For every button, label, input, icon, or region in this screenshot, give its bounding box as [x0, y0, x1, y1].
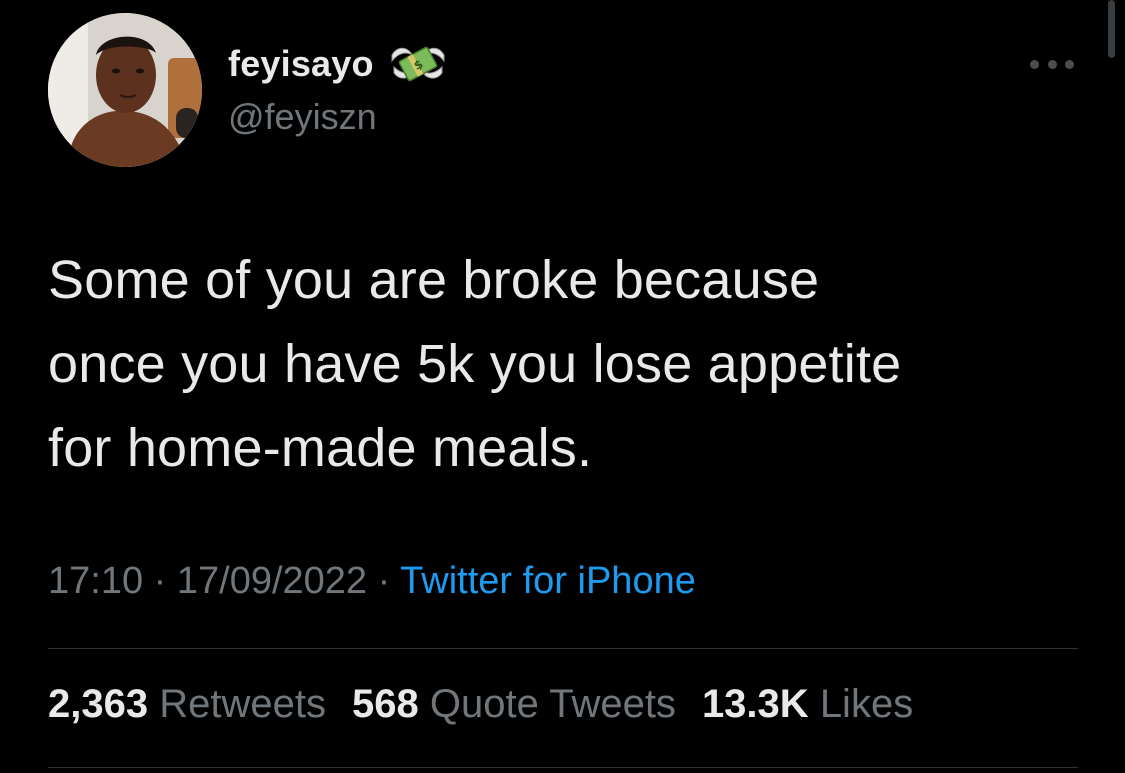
more-options-icon[interactable] — [1030, 56, 1074, 72]
tweet-text: Some of you are broke because once you h… — [48, 250, 902, 478]
tweet-detail: feyisayo $ @feyiszn Some of you are brok… — [0, 0, 1125, 773]
tweet-date[interactable]: 17/09/2022 — [177, 560, 367, 602]
retweets-stat[interactable]: 2,363 Retweets — [48, 682, 326, 727]
more-dot — [1065, 59, 1074, 69]
likes-stat[interactable]: 13.3K Likes — [702, 682, 913, 727]
money-with-wings-icon: $ — [391, 46, 445, 82]
name-row: feyisayo $ — [228, 36, 448, 92]
avatar-photo — [48, 13, 202, 167]
meta-separator: · — [153, 560, 167, 602]
more-dot — [1047, 59, 1057, 69]
divider — [48, 648, 1078, 649]
scrollbar[interactable] — [1108, 0, 1115, 58]
retweets-label: Retweets — [159, 682, 326, 726]
quote-tweets-stat[interactable]: 568 Quote Tweets — [352, 682, 676, 727]
avatar[interactable] — [48, 13, 202, 167]
tweet-source-link[interactable]: Twitter for iPhone — [400, 560, 696, 602]
tweet-time[interactable]: 17:10 — [48, 560, 143, 602]
display-name[interactable]: feyisayo — [228, 43, 374, 85]
likes-label: Likes — [819, 682, 914, 726]
meta-separator: · — [377, 560, 391, 602]
tweet-meta: 17:10 · 17/09/2022 · Twitter for iPhone — [48, 560, 696, 603]
likes-count: 13.3K — [701, 682, 809, 726]
user-handle[interactable]: @feyiszn — [228, 96, 377, 138]
quote-tweets-count: 568 — [351, 682, 419, 726]
divider — [48, 767, 1078, 768]
more-dot — [1030, 59, 1039, 69]
quote-tweets-label: Quote Tweets — [429, 682, 676, 726]
engagement-stats: 2,363 Retweets 568 Quote Tweets 13.3K Li… — [48, 682, 913, 727]
retweets-count: 2,363 — [48, 682, 149, 726]
